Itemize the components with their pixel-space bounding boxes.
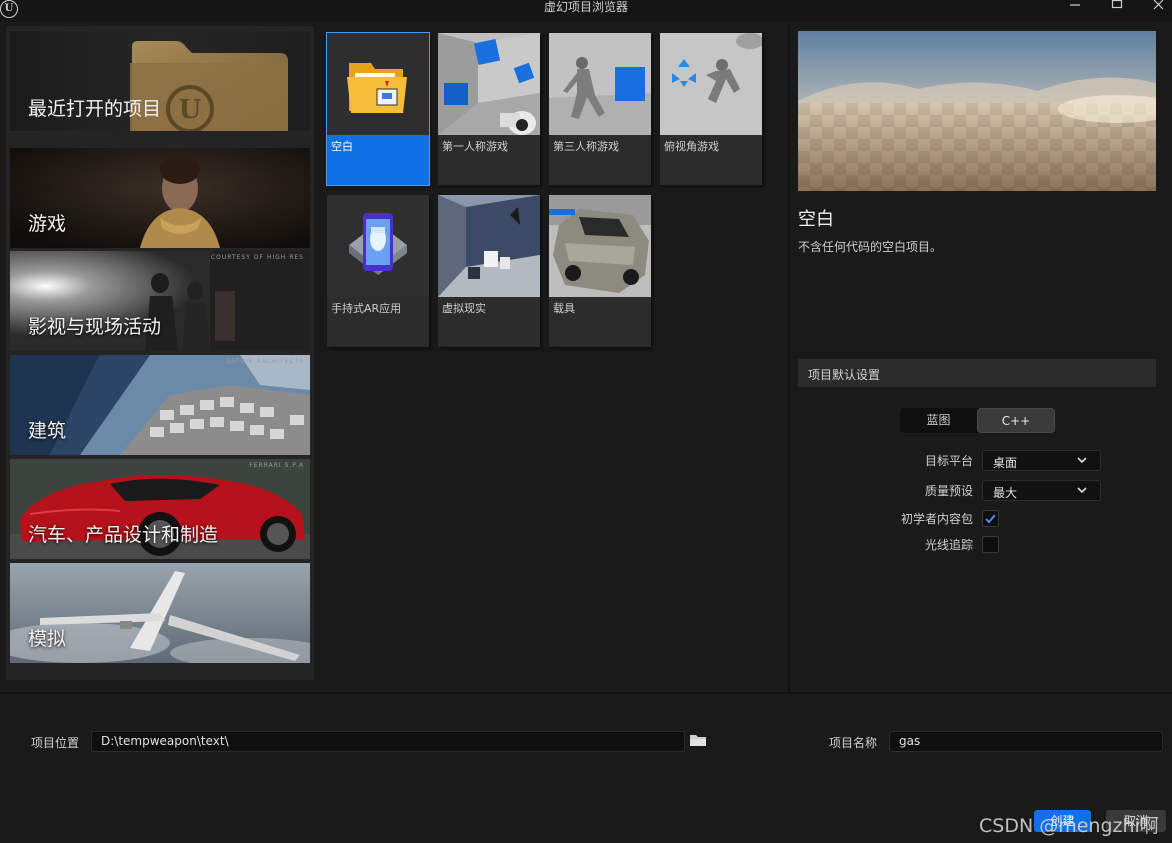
category-label: 影视与现场活动 xyxy=(28,316,162,338)
target-platform-value: 桌面 xyxy=(993,456,1018,470)
watermark: CSDN @mengzhi啊 xyxy=(979,815,1159,837)
quality-preset-value: 最大 xyxy=(993,486,1018,500)
starter-content-label: 初学者内容包 xyxy=(900,512,973,526)
target-platform-dropdown[interactable]: 桌面 xyxy=(982,450,1101,471)
check-icon xyxy=(985,514,996,524)
close-icon[interactable] xyxy=(1144,0,1172,14)
template-label: 空白 xyxy=(331,140,353,153)
minimize-icon[interactable] xyxy=(1060,0,1090,14)
category-label: 汽车、产品设计和制造 xyxy=(28,524,219,546)
raytracing-label: 光线追踪 xyxy=(924,538,973,552)
chevron-down-icon xyxy=(1077,457,1087,464)
chevron-down-icon xyxy=(1077,487,1087,494)
template-vehicle[interactable]: 载具 xyxy=(549,195,651,347)
template-label: 第一人称游戏 xyxy=(442,140,508,153)
third-person-thumbnail xyxy=(549,33,651,135)
template-preview-image xyxy=(798,31,1156,191)
project-defaults-header: 项目默认设置 xyxy=(798,359,1156,387)
recent-projects-label: 最近打开的项目 xyxy=(28,98,162,120)
cpp-option[interactable]: C++ xyxy=(977,408,1055,433)
target-platform-label: 目标平台 xyxy=(924,454,973,468)
template-label: 第三人称游戏 xyxy=(553,140,619,153)
template-handheld-ar[interactable]: 手持式AR应用 xyxy=(327,195,429,347)
template-label: 手持式AR应用 xyxy=(331,302,402,315)
category-architecture[interactable]: SAFDIE ARCHITECTS 建筑 xyxy=(10,355,310,455)
project-location-label: 项目位置 xyxy=(31,736,80,750)
image-credit: SAFDIE ARCHITECTS xyxy=(225,358,304,365)
project-name-label: 项目名称 xyxy=(829,736,878,750)
svg-text:U: U xyxy=(179,95,202,125)
first-person-thumbnail xyxy=(438,33,540,135)
template-virtual-reality[interactable]: 虚拟现实 xyxy=(438,195,540,347)
window-title: 虚幻项目浏览器 xyxy=(543,0,628,14)
template-label: 虚拟现实 xyxy=(442,302,486,315)
template-third-person[interactable]: 第三人称游戏 xyxy=(549,33,651,185)
category-label: 建筑 xyxy=(28,420,67,442)
browse-folder-icon[interactable] xyxy=(690,734,707,748)
blank-folder-icon xyxy=(347,63,407,113)
category-film-live-events[interactable]: COURTESY OF HIGH RES 影视与现场活动 xyxy=(10,251,310,351)
category-simulation[interactable]: 模拟 xyxy=(10,563,310,663)
top-down-thumbnail xyxy=(660,33,762,135)
project-location-input[interactable]: D:\tempweapon\text\ xyxy=(91,731,685,752)
template-top-down[interactable]: 俯视角游戏 xyxy=(660,33,762,185)
recent-projects-card[interactable]: U 最近打开的项目 xyxy=(10,31,310,131)
quality-preset-dropdown[interactable]: 最大 xyxy=(982,480,1101,501)
quality-preset-label: 质量预设 xyxy=(924,484,973,498)
category-games[interactable]: 游戏 xyxy=(10,148,310,248)
raytracing-checkbox[interactable] xyxy=(982,536,999,553)
footer-divider xyxy=(0,692,1172,694)
category-label: 游戏 xyxy=(28,213,67,235)
panel-divider xyxy=(788,24,790,692)
template-label: 俯视角游戏 xyxy=(664,140,719,153)
project-name-input[interactable]: gas xyxy=(889,731,1163,752)
blueprint-option[interactable]: 蓝图 xyxy=(900,408,977,433)
starter-content-checkbox[interactable] xyxy=(982,510,999,527)
template-description: 不含任何代码的空白项目。 xyxy=(798,240,943,254)
category-label: 模拟 xyxy=(28,628,67,650)
title-bar: U 虚幻项目浏览器 xyxy=(0,0,1172,22)
category-automotive[interactable]: FERRARI S.P.A 汽车、产品设计和制造 xyxy=(10,459,310,559)
code-type-toggle: 蓝图 C++ xyxy=(900,408,1055,433)
image-credit: COURTESY OF HIGH RES xyxy=(210,254,304,261)
maximize-icon[interactable] xyxy=(1102,0,1132,14)
vehicle-thumbnail xyxy=(549,195,651,297)
handheld-ar-thumbnail xyxy=(349,213,407,275)
template-label: 载具 xyxy=(553,302,575,315)
virtual-reality-thumbnail xyxy=(438,195,540,297)
image-credit: FERRARI S.P.A xyxy=(249,462,304,469)
template-blank[interactable]: 空白 xyxy=(326,32,430,186)
project-defaults-label: 项目默认设置 xyxy=(808,368,881,382)
template-title: 空白 xyxy=(798,209,834,230)
template-first-person[interactable]: 第一人称游戏 xyxy=(438,33,540,185)
